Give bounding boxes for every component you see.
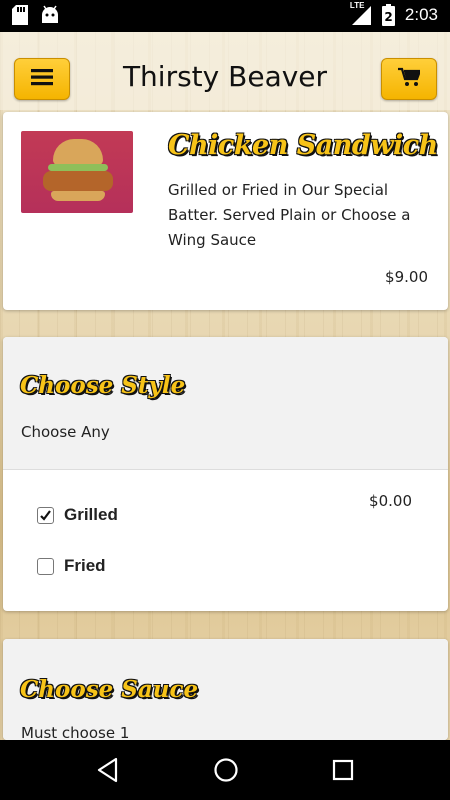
section-title: Choose Sauce (20, 676, 199, 703)
option-label: Grilled (64, 505, 118, 524)
signal-icon: LTE (350, 1, 372, 26)
product-name: Chicken Sandwich (168, 130, 438, 161)
option-label: Fried (64, 556, 106, 575)
status-bar: LTE 2 2:03 (0, 0, 450, 32)
section-subtitle: Choose Any (21, 423, 110, 441)
option-price: $0.00 (369, 492, 412, 510)
product-price: $9.00 (385, 268, 428, 286)
product-description: Grilled or Fried in Our Special Batter. … (168, 181, 411, 249)
section-header (3, 337, 448, 470)
home-icon[interactable] (213, 757, 239, 783)
sd-card-icon (12, 5, 28, 25)
battery-level: 2 (384, 10, 392, 24)
shopping-cart-icon (398, 67, 422, 91)
android-icon (40, 5, 60, 25)
hamburger-menu-icon (31, 68, 53, 90)
product-image (21, 131, 133, 213)
recents-icon[interactable] (332, 759, 354, 781)
section-title: Choose Style (20, 372, 186, 399)
option-fried[interactable]: Fried (37, 556, 106, 576)
back-icon[interactable] (96, 757, 120, 783)
option-grilled[interactable]: Grilled (37, 505, 118, 525)
navigation-bar (0, 740, 450, 800)
battery-icon: 2 (381, 4, 395, 26)
app-title: Thirsty Beaver (122, 60, 328, 93)
menu-button[interactable] (14, 58, 70, 100)
checkbox-unchecked[interactable] (37, 557, 54, 575)
cart-button[interactable] (381, 58, 437, 100)
checkbox-checked[interactable] (37, 506, 54, 524)
clock: 2:03 (404, 5, 438, 24)
